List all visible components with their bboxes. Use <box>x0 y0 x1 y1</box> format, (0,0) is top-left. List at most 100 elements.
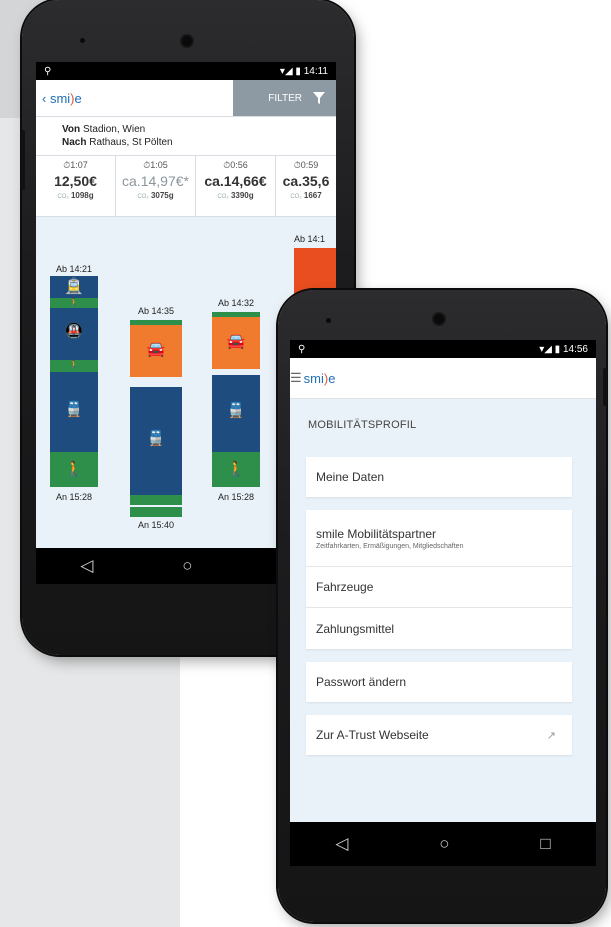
card-passwort: Passwort ändern <box>306 662 572 702</box>
to-label: Nach <box>62 137 87 148</box>
card-meine-daten: Meine Daten <box>306 457 572 497</box>
co2-label: CO₂ <box>57 194 69 200</box>
duration: ⏱0:56 <box>223 160 248 170</box>
co2: CO₂ 1098g <box>36 191 115 200</box>
option-3[interactable]: ⏱0:56 ca.14,66€ CO₂ 3390g <box>196 156 276 216</box>
arrive-time: An 15:40 <box>137 520 175 530</box>
menu-item-partner[interactable]: smile Mobilitätspartner Zeitfahrkarten, … <box>306 510 572 566</box>
menu-item-zahlungsmittel[interactable]: Zahlungsmittel <box>306 607 572 649</box>
card-partner-group: smile Mobilitätspartner Zeitfahrkarten, … <box>306 510 572 649</box>
price: 12,50€ <box>54 173 97 189</box>
walk-icon: 🚶 <box>64 461 84 478</box>
car-segment[interactable]: 🚘 <box>130 325 182 377</box>
filter-label: FILTER <box>268 92 302 104</box>
option-1[interactable]: ⏱1:07 12,50€ CO₂ 1098g <box>36 156 116 216</box>
option-4[interactable]: ⏱0:59 ca.35,6 CO₂ 1667 <box>276 156 336 216</box>
train-segment[interactable]: 🚆 <box>50 372 98 452</box>
car-icon: 🚘 <box>226 333 246 350</box>
home-icon[interactable]: ○ <box>182 556 192 576</box>
walk-icon: 🚶 <box>69 360 79 369</box>
notification-icon: ⚲ <box>44 65 52 77</box>
co2-label: CO₂ <box>217 194 229 200</box>
walk-segment[interactable]: 🚶 <box>212 452 260 487</box>
status-right: ▾◢ ▮ 14:11 <box>279 65 328 77</box>
menu-item-passwort[interactable]: Passwort ändern <box>306 662 572 702</box>
front-camera <box>180 34 194 48</box>
car-icon: 🚘 <box>146 341 166 358</box>
section-title: MOBILITÄTSPROFIL <box>308 419 417 431</box>
walk-segment[interactable]: 🚶 <box>50 360 98 372</box>
walk-segment[interactable] <box>130 495 182 505</box>
co2-value: 3390g <box>230 191 254 200</box>
home-icon[interactable]: ○ <box>439 834 449 854</box>
depart-time: Ab 14:21 <box>55 264 93 274</box>
filter-icon <box>313 92 325 104</box>
notification-icon: ⚲ <box>298 343 306 355</box>
logo-text: smi <box>49 90 71 106</box>
arrive-time: An 15:28 <box>55 492 93 502</box>
menu-item-meine-daten[interactable]: Meine Daten <box>306 457 572 497</box>
train-icon: 🚆 <box>226 402 246 419</box>
tram-icon: 🚇 <box>64 323 84 340</box>
price: ca.35,6 <box>282 173 330 189</box>
logo: smi)e <box>304 371 336 386</box>
car-segment[interactable]: 🚘 <box>212 317 260 369</box>
status-right: ▾◢ ▮ 14:56 <box>539 343 588 355</box>
arrive-time: An 15:28 <box>217 492 255 502</box>
filter-button[interactable]: FILTER <box>233 80 336 116</box>
volume-button <box>21 130 25 190</box>
sensor <box>326 318 331 323</box>
menu-item-atrust[interactable]: Zur A-Trust Webseite ↗ <box>306 715 572 755</box>
logo-text-end: e <box>74 90 82 106</box>
status-bar: ⚲ ▾◢ ▮ 14:56 <box>290 340 596 358</box>
co2-label: CO₂ <box>137 194 149 200</box>
app-bar: ☰ smi)e <box>290 358 596 399</box>
co2-value: 1667 <box>303 191 322 200</box>
co2: CO₂ 1667 <box>276 191 336 200</box>
from-value: Stadion, Wien <box>82 124 146 135</box>
depart-time: Ab 14:35 <box>137 306 175 316</box>
logo-text-end: e <box>328 370 336 386</box>
external-link-icon: ↗ <box>546 729 556 742</box>
tram-segment[interactable]: 🚇 <box>50 308 98 360</box>
recent-apps-icon[interactable]: □ <box>540 834 550 854</box>
back-icon[interactable]: ◁ <box>80 556 93 576</box>
walk-segment[interactable]: 🚶 <box>50 298 98 308</box>
menu-item-fahrzeuge[interactable]: Fahrzeuge <box>306 566 572 607</box>
atrust-label: Zur A-Trust Webseite <box>316 728 429 742</box>
train-icon: 🚆 <box>146 430 166 447</box>
train-segment[interactable]: 🚆 <box>130 387 182 495</box>
menu-icon[interactable]: ☰ <box>290 370 304 386</box>
co2: CO₂ 3075g <box>116 191 195 200</box>
to-value: Rathaus, St Pölten <box>89 137 173 148</box>
train-segment[interactable]: 🚆 <box>212 375 260 452</box>
duration: ⏱1:07 <box>63 160 88 170</box>
tram-segment[interactable]: 🚊 <box>50 276 98 298</box>
from-label: Von <box>62 124 81 135</box>
partner-label: smile Mobilitätspartner <box>316 526 437 541</box>
depart-time: Ab 14:32 <box>217 298 255 308</box>
status-time: 14:56 <box>562 343 588 355</box>
back-icon[interactable]: ◁ <box>335 834 348 854</box>
walk-segment[interactable]: 🚶 <box>50 452 98 487</box>
walk-icon: 🚶 <box>226 461 246 478</box>
co2: CO₂ 3390g <box>196 191 275 200</box>
co2-label: CO₂ <box>290 194 302 200</box>
sensor <box>80 38 85 43</box>
card-atrust: Zur A-Trust Webseite ↗ <box>306 715 572 755</box>
screen-mobility-profile: ⚲ ▾◢ ▮ 14:56 ☰ smi)e MOBILITÄTSPROFIL Me… <box>290 340 596 822</box>
duration: ⏱1:05 <box>143 160 168 170</box>
price: ca.14,66€ <box>204 173 267 189</box>
power-button <box>603 368 607 406</box>
status-time: 14:11 <box>303 65 328 77</box>
logo-text: smi <box>303 370 324 386</box>
duration: ⏱0:59 <box>293 160 319 170</box>
android-nav-bar: ◁ ○ □ <box>290 822 596 866</box>
partner-subtitle: Zeitfahrkarten, Ermäßigungen, Mitgliedsc… <box>316 542 464 550</box>
back-logo-button[interactable]: ‹ smi)e <box>36 91 82 106</box>
walk-segment[interactable] <box>130 507 182 517</box>
app-bar: ‹ smi)e FILTER <box>36 80 336 117</box>
co2-value: 1098g <box>70 191 94 200</box>
option-2[interactable]: ⏱1:05 ca.14,97€* CO₂ 3075g <box>116 156 196 216</box>
route-summary: Von Stadion, Wien Nach Rathaus, St Pölte… <box>36 117 336 156</box>
